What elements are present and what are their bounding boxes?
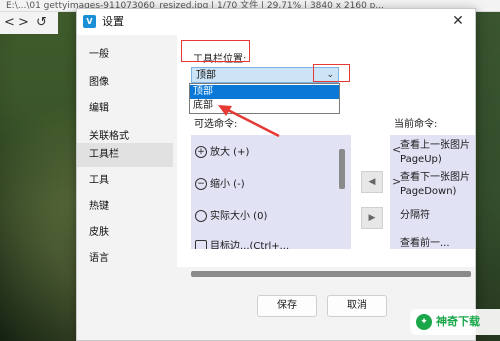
dialog-titlebar: V 设置 ✕ [77, 9, 475, 35]
list-item[interactable]: 实际大小 (0) [195, 209, 267, 225]
sidebar-item-image[interactable]: 图像 [77, 71, 173, 95]
list-item-label: 放大 (+) [210, 147, 250, 158]
watermark-logo-icon: ✦ [416, 314, 432, 330]
list-item-label[interactable]: 查看上一张图片 [400, 139, 470, 153]
current-commands-list[interactable]: < 查看上一张图片 PageUp) > 查看下一张图片 PageDown) 分隔… [390, 135, 475, 249]
app-icon: V [83, 15, 96, 28]
rotate-icon[interactable]: ↺ [36, 16, 47, 30]
cancel-button[interactable]: 取消 [327, 295, 387, 317]
list-item-label: 目标边...(Ctrl+... [210, 241, 290, 249]
fit-icon [195, 240, 207, 249]
close-icon[interactable]: ✕ [449, 12, 467, 30]
remove-command-button[interactable]: ◀ [361, 171, 383, 193]
list-item-label[interactable]: 分隔符 [400, 209, 430, 223]
zoom-out-icon: − [195, 178, 207, 190]
selected-value: 顶部 [196, 70, 216, 81]
settings-sidebar: 一般 图像 编辑 关联格式 工具栏 工具 热键 皮肤 语言 [77, 35, 173, 295]
sidebar-item-language[interactable]: 语言 [77, 247, 173, 271]
list-item-sublabel: PageDown) [400, 186, 457, 197]
next-image-icon[interactable]: > [18, 16, 29, 30]
list-item-label[interactable]: 查看下一张图片 [400, 171, 470, 185]
sidebar-item-skin[interactable]: 皮肤 [77, 221, 173, 245]
option-top[interactable]: 顶部 [190, 85, 339, 99]
magnifier-icon [195, 210, 207, 222]
list-item-label: 缩小 (-) [210, 179, 245, 190]
settings-dialog: V 设置 ✕ 一般 图像 编辑 关联格式 工具栏 工具 热键 皮肤 语言 工具栏… [76, 8, 476, 341]
prev-image-icon[interactable]: < [4, 16, 15, 30]
annotation-box-dropdown [313, 64, 350, 82]
watermark-text: 神奇下载 [436, 315, 480, 328]
list-item-label: 实际大小 (0) [210, 211, 268, 222]
sidebar-item-general[interactable]: 一般 [77, 43, 173, 67]
zoom-in-icon: + [195, 146, 207, 158]
save-button[interactable]: 保存 [257, 295, 317, 317]
toolbar-position-options: 顶部 底部 [189, 83, 340, 114]
list-item[interactable]: + 放大 (+) [195, 145, 249, 161]
list-item-sublabel: PageUp) [400, 154, 442, 165]
sidebar-item-edit[interactable]: 编辑 [77, 97, 173, 121]
sidebar-item-hotkeys[interactable]: 热键 [77, 195, 173, 219]
watermark: ✦ 神奇下载 [410, 309, 500, 335]
available-commands-label: 可选命令: [194, 119, 238, 130]
annotation-box-label [181, 40, 250, 62]
sidebar-item-tools[interactable]: 工具 [77, 169, 173, 193]
sidebar-item-toolbar[interactable]: 工具栏 [77, 143, 173, 167]
available-list-scrollbar[interactable] [339, 149, 345, 189]
option-bottom[interactable]: 底部 [190, 99, 339, 113]
horizontal-scrollbar[interactable] [191, 271, 471, 277]
list-item-label[interactable]: 查看前一... [400, 237, 450, 249]
current-commands-label: 当前命令: [394, 119, 438, 130]
dialog-title: 设置 [102, 15, 124, 28]
add-command-button[interactable]: ▶ [361, 207, 383, 229]
list-item[interactable]: 目标边...(Ctrl+... [195, 239, 289, 249]
available-commands-list[interactable]: + 放大 (+) − 缩小 (-) 实际大小 (0) 目标边...(Ctrl+... [191, 135, 351, 249]
list-item[interactable]: − 缩小 (-) [195, 177, 245, 193]
